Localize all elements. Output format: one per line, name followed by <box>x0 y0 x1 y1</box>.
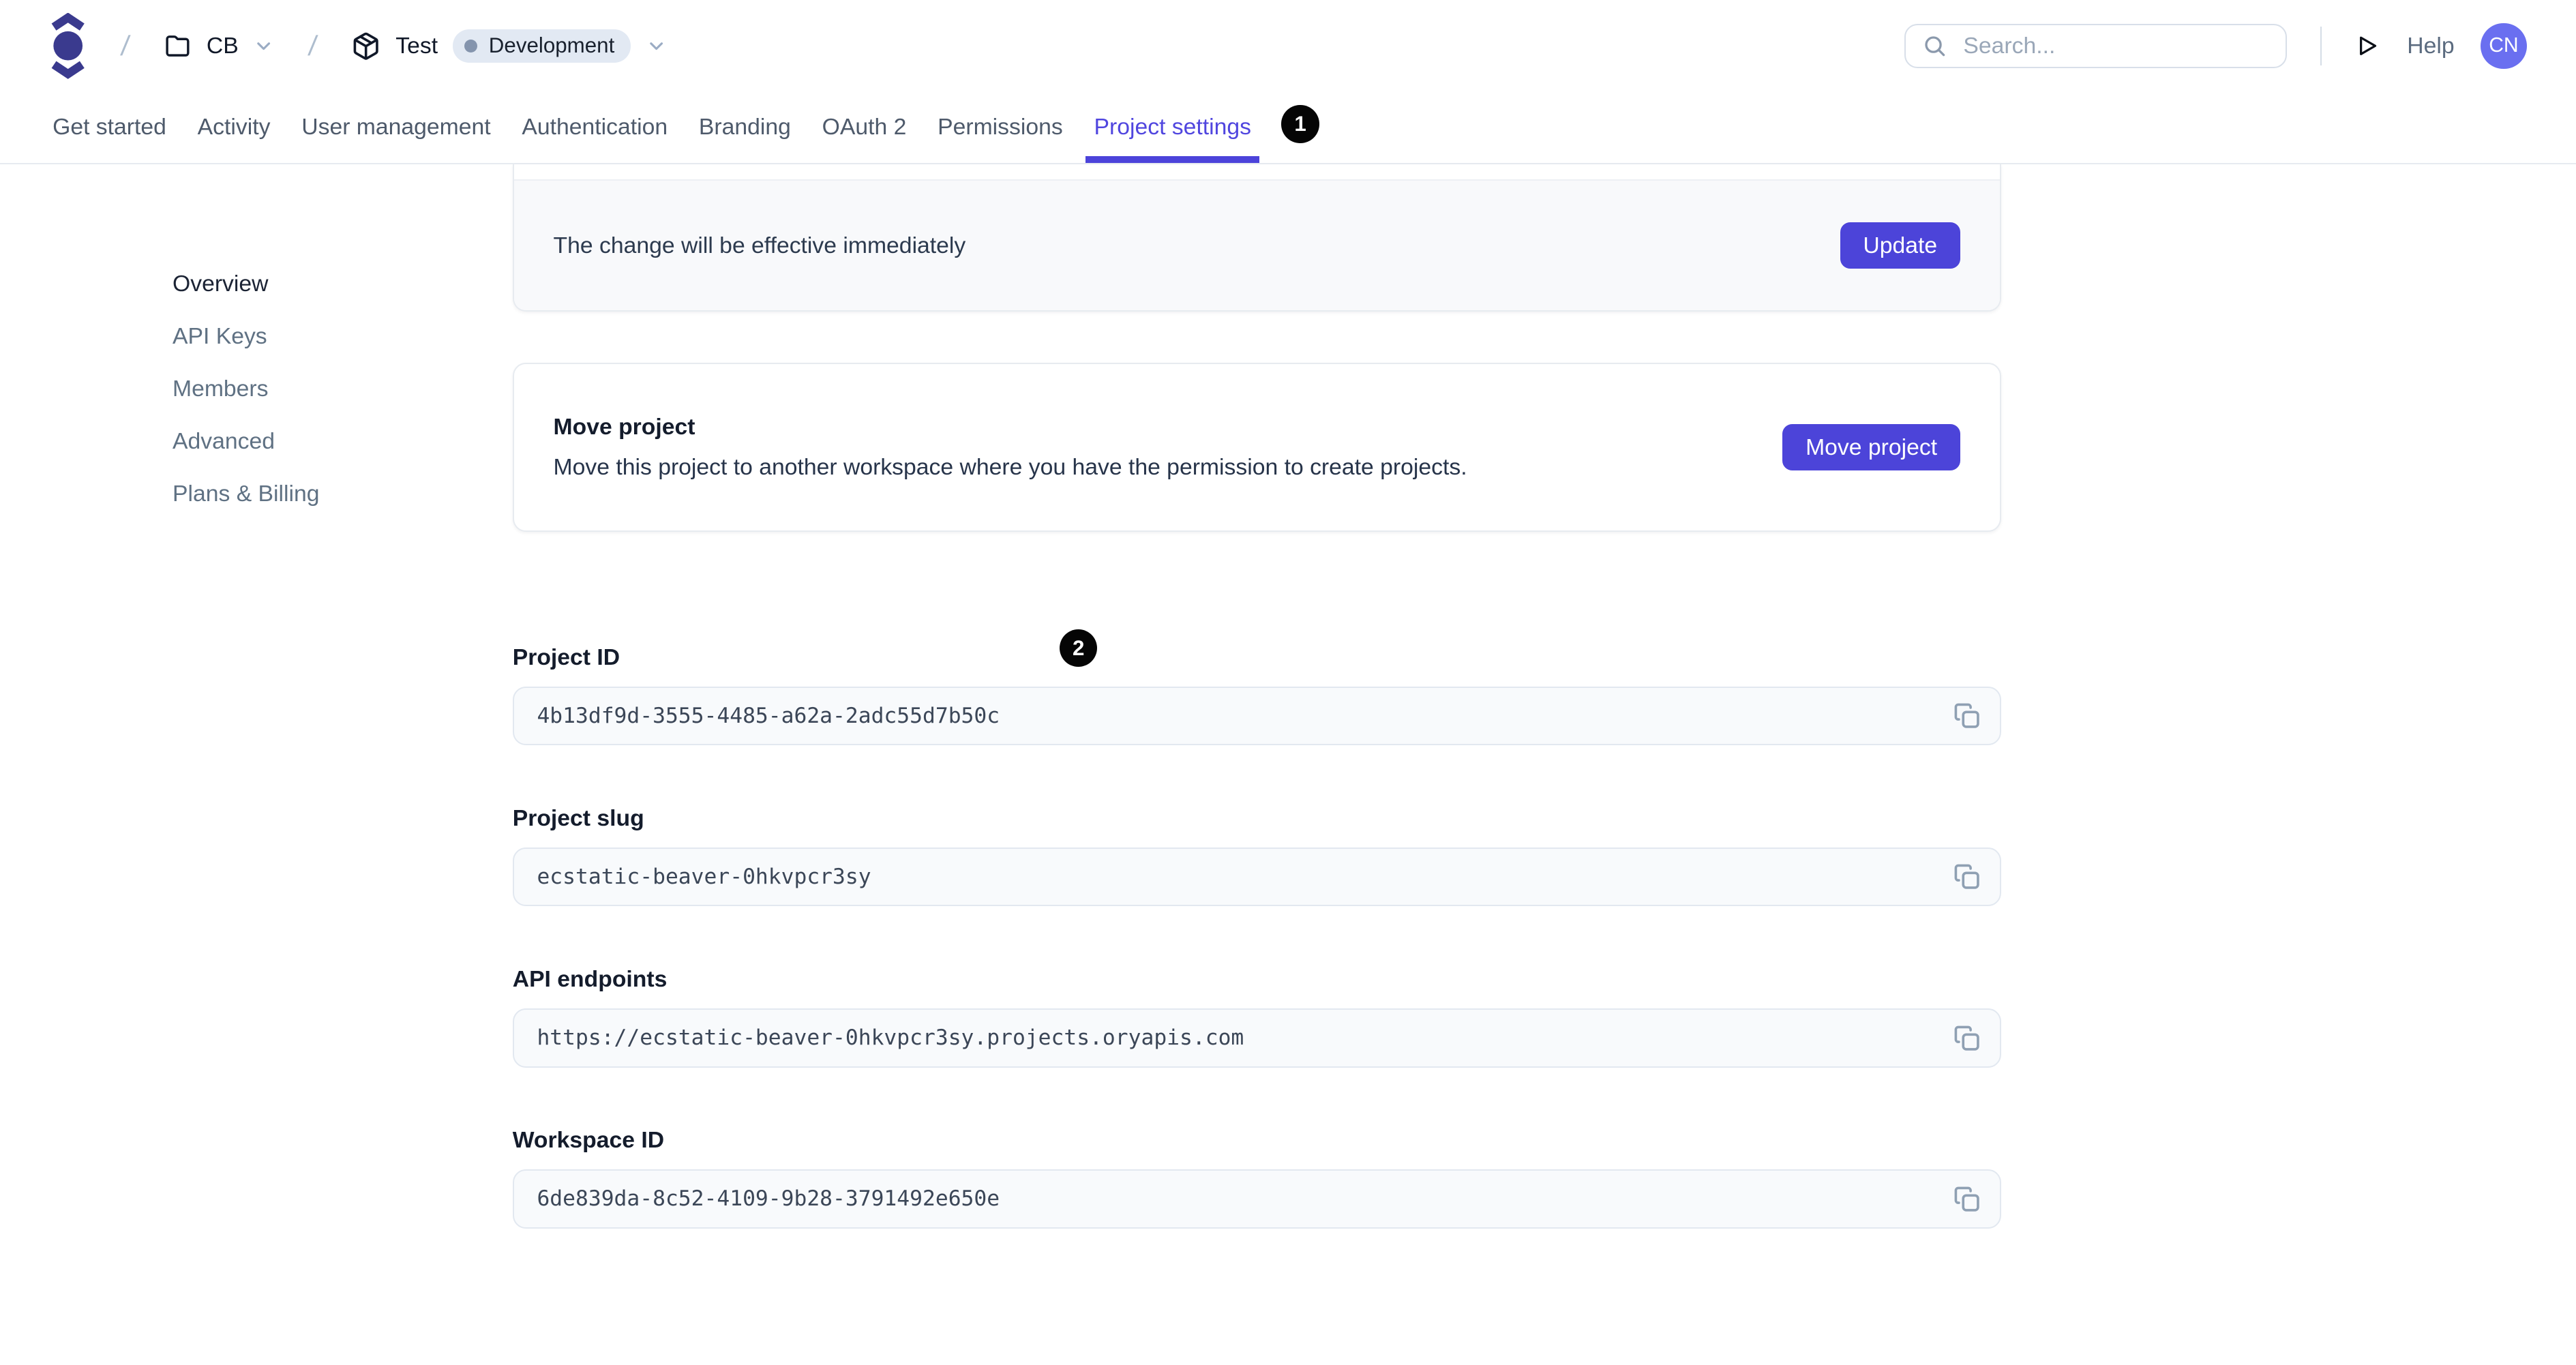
api-endpoints-field: https://ecstatic-beaver-0hkvpcr3sy.proje… <box>512 1008 2001 1068</box>
tab-oauth2[interactable]: OAuth 2 <box>822 92 907 163</box>
header-divider <box>2320 26 2322 66</box>
update-button[interactable]: Update <box>1840 222 1960 269</box>
tab-authentication[interactable]: Authentication <box>522 92 668 163</box>
folder-icon <box>166 35 190 57</box>
sidebar-item-members[interactable]: Members <box>173 374 269 404</box>
copy-project-slug-button[interactable] <box>1952 862 1981 891</box>
api-endpoints-label: API endpoints <box>512 966 668 993</box>
sidebar-item-advanced[interactable]: Advanced <box>173 427 275 456</box>
project-slug-label: Project slug <box>512 805 644 832</box>
content-area: Overview API Keys Members Advanced Plans… <box>0 164 2576 1229</box>
environment-badge: Development <box>452 29 631 63</box>
ory-logo-icon <box>51 13 85 79</box>
tab-user-management[interactable]: User management <box>301 92 490 163</box>
tab-project-settings[interactable]: Project settings <box>1085 92 1259 164</box>
top-header: / CB / Test Development Search... Help C… <box>0 0 2576 92</box>
status-dot <box>464 39 477 53</box>
settings-sidebar: Overview API Keys Members Advanced Plans… <box>0 164 513 532</box>
update-card-body-sliver <box>513 164 2000 181</box>
chevron-down-icon <box>257 42 271 50</box>
copy-icon <box>1954 865 1979 890</box>
search-icon <box>1925 36 1945 57</box>
help-link[interactable]: Help <box>2407 33 2454 59</box>
header-left: / CB / Test Development <box>49 13 667 79</box>
workspace-id-label: Workspace ID <box>512 1127 665 1154</box>
avatar[interactable]: CN <box>2481 22 2527 70</box>
package-icon <box>353 32 379 60</box>
workspace-id-section: Workspace ID 6de839da-8c52-4109-9b28-379… <box>512 1126 2001 1229</box>
sidebar-item-plans-billing[interactable]: Plans & Billing <box>173 479 320 509</box>
breadcrumb-separator: / <box>307 29 319 61</box>
copy-project-id-button[interactable] <box>1952 701 1981 730</box>
move-project-card: Move project Move this project to anothe… <box>512 363 2001 532</box>
project-slug-section: Project slug ecstatic-beaver-0hkvpcr3sy <box>512 805 2001 907</box>
workspace-id-value: 6de839da-8c52-4109-9b28-3791492e650e <box>537 1186 1000 1212</box>
tab-get-started[interactable]: Get started <box>53 92 166 163</box>
project-slug-field: ecstatic-beaver-0hkvpcr3sy <box>512 847 2001 907</box>
search-box <box>1904 23 2288 68</box>
api-endpoints-value: https://ecstatic-beaver-0hkvpcr3sy.proje… <box>537 1025 1244 1051</box>
tab-permissions[interactable]: Permissions <box>938 92 1063 163</box>
move-project-description: Move this project to another workspace w… <box>553 453 1467 480</box>
copy-icon <box>1954 1025 1979 1051</box>
project-breadcrumb[interactable]: Test Development <box>351 29 667 63</box>
chevron-down-icon <box>650 42 663 50</box>
ory-logo[interactable] <box>49 13 87 79</box>
update-card: The change will be effective immediately… <box>512 164 2001 312</box>
copy-icon <box>1954 1186 1979 1212</box>
copy-api-endpoints-button[interactable] <box>1952 1023 1981 1053</box>
update-card-footer: The change will be effective immediately… <box>513 181 2000 311</box>
environment-label: Development <box>488 33 615 58</box>
project-id-field: 4b13df9d-3555-4485-a62a-2adc55d7b50c <box>512 686 2001 746</box>
search-input[interactable] <box>1960 31 2270 61</box>
project-name: Test <box>395 32 438 59</box>
breadcrumb-separator: / <box>119 29 132 61</box>
tab-branding[interactable]: Branding <box>699 92 791 163</box>
run-button[interactable] <box>2354 33 2381 59</box>
move-project-button[interactable]: Move project <box>1782 424 1960 470</box>
move-project-title: Move project <box>553 414 695 440</box>
sidebar-item-overview[interactable]: Overview <box>173 269 269 299</box>
project-slug-value: ecstatic-beaver-0hkvpcr3sy <box>537 865 871 890</box>
copy-icon <box>1954 703 1979 729</box>
api-endpoints-section: API endpoints https://ecstatic-beaver-0h… <box>512 965 2001 1068</box>
settings-main: The change will be effective immediately… <box>512 164 2001 1229</box>
sidebar-item-api-keys[interactable]: API Keys <box>173 322 267 351</box>
play-icon <box>2360 36 2377 56</box>
project-id-label: Project ID <box>512 644 620 671</box>
project-id-value: 4b13df9d-3555-4485-a62a-2adc55d7b50c <box>537 704 1000 728</box>
project-id-section: Project ID 4b13df9d-3555-4485-a62a-2adc5… <box>512 644 2001 746</box>
move-project-text: Move project Move this project to anothe… <box>554 414 1467 480</box>
workspace-breadcrumb[interactable]: CB <box>164 32 274 60</box>
workspace-id-field: 6de839da-8c52-4109-9b28-3791492e650e <box>512 1169 2001 1229</box>
update-note: The change will be effective immediately <box>553 232 966 258</box>
annotation-marker-1: 1 <box>1281 105 1319 143</box>
header-right: Help CN <box>1904 22 2527 70</box>
workspace-name: CB <box>206 32 239 59</box>
app-root: / CB / Test Development Search... Help C… <box>0 0 2576 1365</box>
tab-activity[interactable]: Activity <box>198 92 271 163</box>
copy-workspace-id-button[interactable] <box>1952 1184 1981 1214</box>
